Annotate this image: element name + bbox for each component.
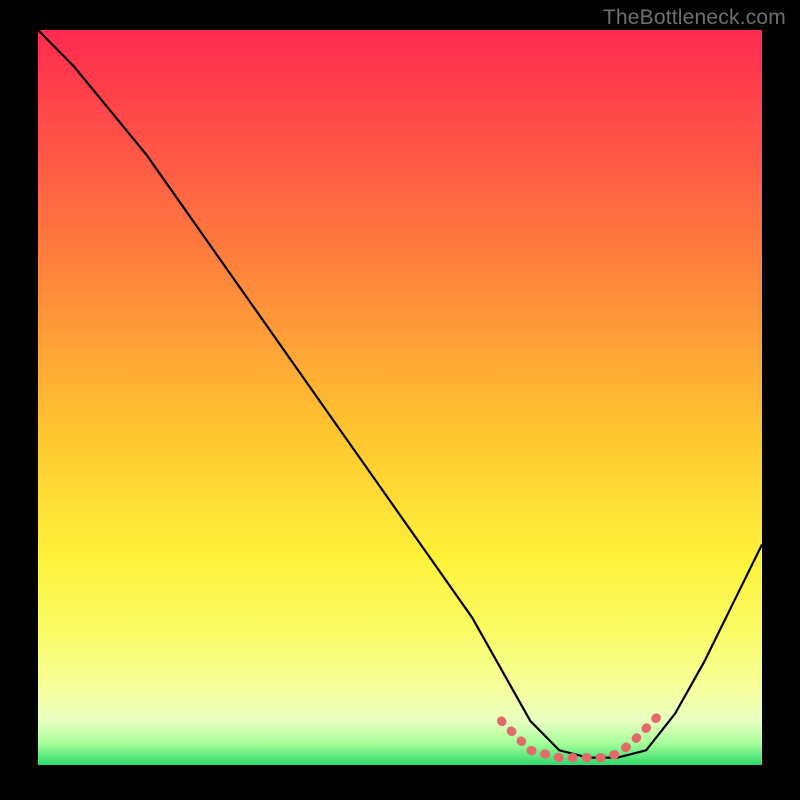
plot-background <box>38 30 762 765</box>
chart-container: TheBottleneck.com <box>0 0 800 800</box>
plot-svg <box>38 30 762 765</box>
watermark-text: TheBottleneck.com <box>603 6 786 30</box>
